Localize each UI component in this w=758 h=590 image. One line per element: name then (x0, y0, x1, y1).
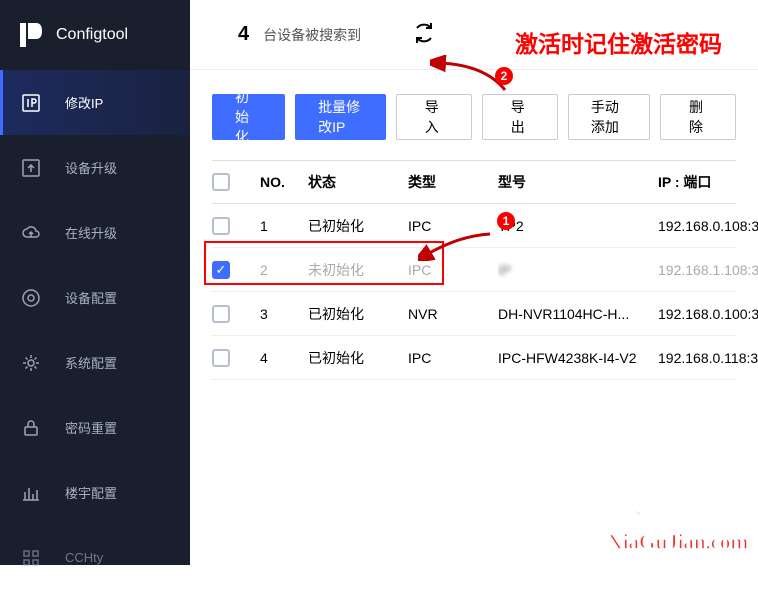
app-name: Configtool (56, 26, 128, 44)
cloud-up-icon (22, 224, 40, 242)
table-header: NO. 状态 类型 型号 IP : 端口 MA (212, 160, 736, 204)
sidebar-item-label: 楼宇配置 (65, 483, 117, 502)
cell-ipport: 192.168.0.108:37777 (658, 218, 758, 234)
row-checkbox[interactable] (212, 305, 230, 323)
cell-type: NVR (408, 306, 498, 322)
import-button[interactable]: 导入 (396, 94, 472, 140)
app-logo-icon (18, 21, 44, 49)
annotation-badge-1: 1 (497, 212, 515, 230)
upgrade-icon (22, 159, 40, 177)
row-checkbox[interactable]: ✓ (212, 261, 230, 279)
cell-model: DH-NVR1104HC-H... (498, 306, 658, 322)
table-row: 3 已初始化 NVR DH-NVR1104HC-H... 192.168.0.1… (212, 292, 736, 336)
cell-ipport: 192.168.0.100:37777 (658, 306, 758, 322)
watermark-line2: XiaGuJian.com (607, 529, 748, 555)
col-no: NO. (260, 174, 308, 190)
col-model: 型号 (498, 172, 658, 192)
ip-icon (22, 94, 40, 112)
sidebar-item-label: 在线升级 (65, 223, 117, 242)
watermark-line1: 下固件网 (607, 497, 748, 529)
device-count-text: 台设备被搜索到 (263, 25, 361, 45)
device-count: 4 (238, 23, 249, 46)
export-button[interactable]: 导出 (482, 94, 558, 140)
content-area: 初始化 批量修改IP 导入 导出 手动添加 删除 NO. 状态 类型 型号 IP… (190, 70, 758, 565)
col-status: 状态 (308, 172, 408, 192)
cell-ipport: 192.168.1.108:37777 (658, 262, 758, 278)
sidebar-item-label: 密码重置 (65, 418, 117, 437)
sidebar-item-label: 设备配置 (65, 288, 117, 307)
sidebar-item-online-upgrade[interactable]: 在线升级 (0, 200, 190, 265)
sidebar-item-building[interactable]: 楼宇配置 (0, 460, 190, 525)
sidebar-item-label: CCHty (65, 550, 103, 565)
cell-model: IP (498, 262, 658, 278)
manual-add-button[interactable]: 手动添加 (568, 94, 650, 140)
batch-ip-button[interactable]: 批量修改IP (295, 94, 386, 140)
system-config-icon (22, 354, 40, 372)
sidebar-item-system-config[interactable]: 系统配置 (0, 330, 190, 395)
row-checkbox[interactable] (212, 217, 230, 235)
sidebar-item-pwd-reset[interactable]: 密码重置 (0, 395, 190, 460)
device-table: NO. 状态 类型 型号 IP : 端口 MA 1 已初始化 IPC TP2 1… (212, 160, 736, 380)
cell-status: 已初始化 (308, 216, 408, 236)
refresh-icon[interactable] (411, 20, 437, 49)
col-type: 类型 (408, 172, 498, 192)
cell-no: 4 (260, 350, 308, 366)
watermark: 下固件网 XiaGuJian.com (607, 497, 748, 555)
select-all-checkbox[interactable] (212, 173, 230, 191)
delete-button[interactable]: 删除 (660, 94, 736, 140)
cell-type: IPC (408, 262, 498, 278)
cell-model: IPC-HFW4238K-I4-V2 (498, 350, 658, 366)
sidebar-item-label: 系统配置 (65, 353, 117, 372)
sidebar: Configtool 修改IP 设备升级 在线升级 设备配置 系统配置 密码重置… (0, 0, 190, 565)
building-icon (22, 484, 40, 502)
cell-status: 已初始化 (308, 304, 408, 324)
init-button[interactable]: 初始化 (212, 94, 285, 140)
cell-model: TP2 (498, 218, 658, 234)
table-row: 4 已初始化 IPC IPC-HFW4238K-I4-V2 192.168.0.… (212, 336, 736, 380)
logo-bar: Configtool (0, 0, 190, 70)
device-config-icon (22, 289, 40, 307)
cell-no: 3 (260, 306, 308, 322)
sidebar-item-modify-ip[interactable]: 修改IP (0, 70, 190, 135)
cell-no: 2 (260, 262, 308, 278)
dots-icon (22, 549, 40, 567)
cell-no: 1 (260, 218, 308, 234)
sidebar-item-upgrade[interactable]: 设备升级 (0, 135, 190, 200)
col-ipport: IP : 端口 (658, 172, 758, 192)
row-checkbox[interactable] (212, 349, 230, 367)
cell-ipport: 192.168.0.118:37777 (658, 350, 758, 366)
toolbar: 初始化 批量修改IP 导入 导出 手动添加 删除 (212, 94, 736, 140)
sidebar-item-label: 设备升级 (65, 158, 117, 177)
lock-icon (22, 419, 40, 437)
cell-type: IPC (408, 350, 498, 366)
sidebar-item-label: 修改IP (65, 93, 103, 112)
annotation-arrow-2 (418, 231, 493, 261)
cell-status: 未初始化 (308, 260, 408, 280)
sidebar-item-device-config[interactable]: 设备配置 (0, 265, 190, 330)
annotation-text: 激活时记住激活密码 (515, 25, 722, 59)
cell-status: 已初始化 (308, 348, 408, 368)
annotation-badge-2: 2 (495, 67, 513, 85)
sidebar-item-cc[interactable]: CCHty (0, 525, 190, 590)
